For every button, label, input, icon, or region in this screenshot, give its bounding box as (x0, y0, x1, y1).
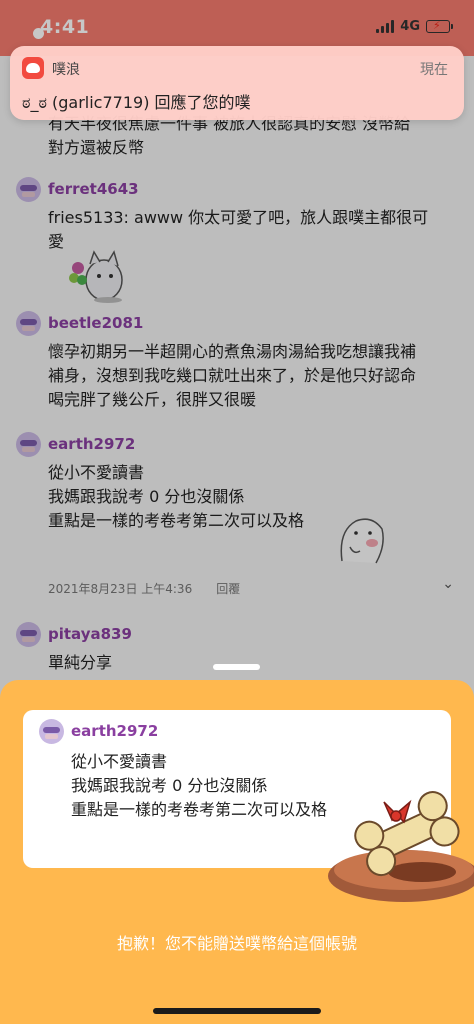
card-username: earth2972 (71, 722, 159, 740)
push-notification[interactable]: 噗浪 現在 ಠ_ಠ (garlic7719) 回應了您的噗 (10, 46, 464, 120)
gift-coin-sheet: earth2972 從小不愛讀書 我媽跟我說考 0 分也沒關係 重點是一樣的考卷… (0, 680, 474, 1024)
plurk-app-icon (22, 57, 44, 79)
notification-app-name: 噗浪 (52, 62, 80, 78)
card-header: earth2972 (39, 718, 158, 744)
cannot-gift-message: 抱歉！您不能贈送噗幣給這個帳號 (116, 934, 357, 953)
notification-time: 現在 (420, 62, 448, 78)
notification-message: ಠ_ಠ (garlic7719) 回應了您的噗 (22, 93, 251, 112)
home-indicator[interactable] (153, 1008, 321, 1014)
avatar (39, 718, 64, 744)
bone-bowl-illustration (328, 791, 474, 902)
sheet-grabber[interactable] (213, 664, 260, 670)
